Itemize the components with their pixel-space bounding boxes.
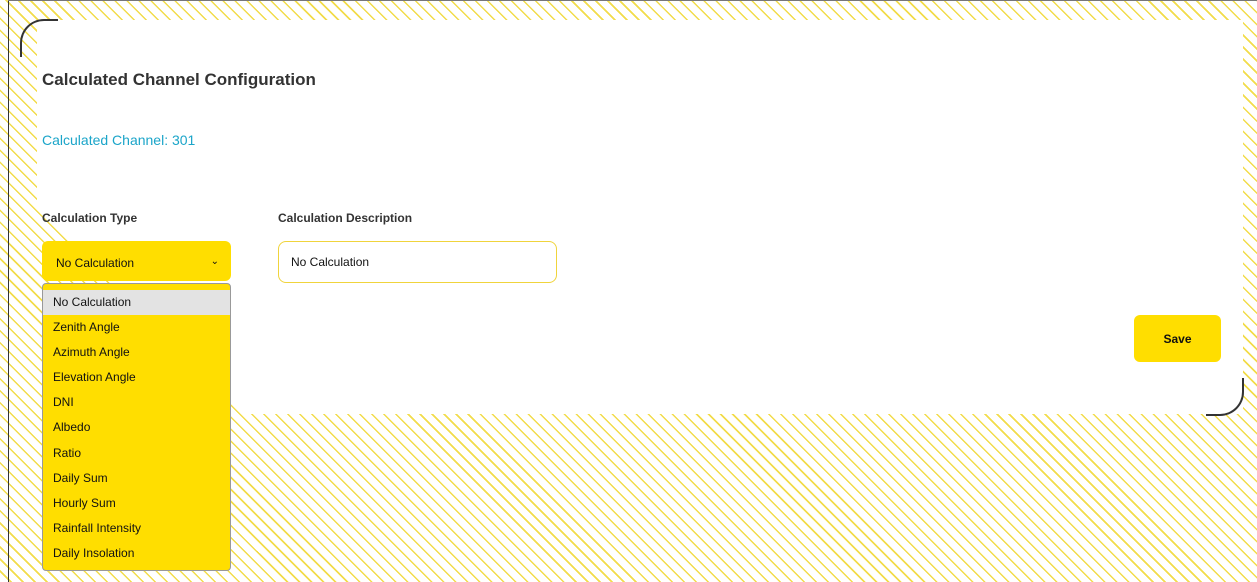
chevron-down-icon: ⌄ xyxy=(210,256,219,267)
channel-label: Calculated Channel: 301 xyxy=(42,132,196,148)
frame-top-border xyxy=(8,0,1257,1)
dropdown-option[interactable]: DNI xyxy=(43,390,230,415)
dropdown-option[interactable]: Ratio xyxy=(43,441,230,466)
dropdown-option[interactable]: No Calculation xyxy=(43,290,230,316)
calculation-type-selected-value: No Calculation xyxy=(56,256,135,270)
dropdown-option[interactable]: Zenith Angle xyxy=(43,315,230,340)
calculation-description-input[interactable] xyxy=(278,241,557,283)
dropdown-option[interactable]: Azimuth Angle xyxy=(43,340,230,365)
dropdown-option[interactable]: Daily Insolation xyxy=(43,541,230,566)
dropdown-option[interactable]: Daily Sum xyxy=(43,466,230,491)
page-stage: Calculated Channel Configuration Calcula… xyxy=(0,0,1257,582)
frame-left-border xyxy=(8,0,9,582)
page-title: Calculated Channel Configuration xyxy=(42,70,316,89)
calculation-type-dropdown: No Calculation Zenith Angle Azimuth Angl… xyxy=(42,283,231,571)
dropdown-option[interactable]: Hourly Sum xyxy=(43,491,230,516)
calculation-type-label: Calculation Type xyxy=(42,211,138,225)
calculation-type-select[interactable]: No Calculation ⌄ xyxy=(42,241,231,281)
dropdown-option[interactable]: Elevation Angle xyxy=(43,365,230,390)
dropdown-option[interactable]: Albedo xyxy=(43,415,230,440)
dropdown-option[interactable]: Rainfall Intensity xyxy=(43,516,230,541)
save-button[interactable]: Save xyxy=(1134,315,1221,362)
calculation-description-label: Calculation Description xyxy=(278,211,413,225)
